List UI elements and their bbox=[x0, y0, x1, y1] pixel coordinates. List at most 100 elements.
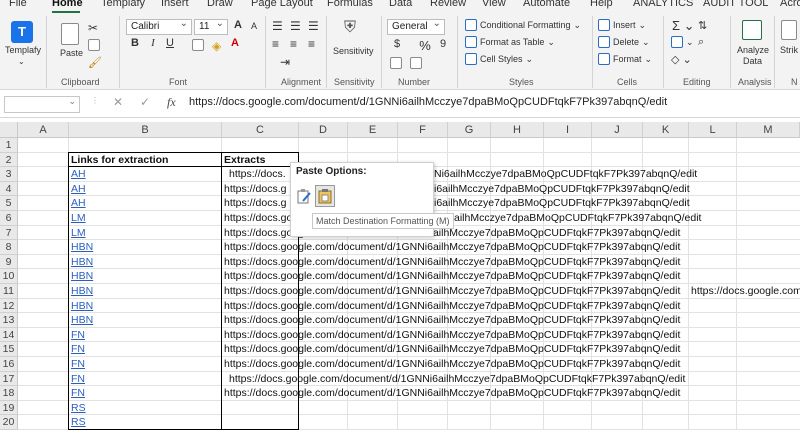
fill-color-icon[interactable]: ◈ bbox=[212, 39, 221, 53]
extract-cell[interactable]: https://docs.google.com/document/d/1GNNi… bbox=[224, 299, 680, 313]
row-header[interactable]: 5 bbox=[0, 196, 18, 211]
number-format-select[interactable]: General bbox=[387, 18, 445, 35]
row-header[interactable]: 9 bbox=[0, 254, 18, 270]
row-header[interactable]: 13 bbox=[0, 313, 18, 328]
paste-icon[interactable] bbox=[61, 23, 79, 45]
column-header[interactable]: C bbox=[222, 122, 299, 138]
extract-cell[interactable]: https://docs.google.com/document/d/1GNNi… bbox=[224, 284, 680, 298]
formula-input[interactable]: https://docs.google.com/document/d/1GNNi… bbox=[189, 96, 667, 108]
row-header[interactable]: 15 bbox=[0, 342, 18, 357]
cut-icon[interactable]: ✂ bbox=[88, 21, 98, 35]
menu-home[interactable]: Home bbox=[52, 0, 83, 9]
link-cell[interactable]: RS bbox=[71, 415, 86, 429]
templafy-icon[interactable]: T bbox=[11, 21, 33, 43]
extract-cell[interactable]: https://docs.g bbox=[224, 196, 286, 210]
underline-button[interactable]: U bbox=[163, 37, 177, 49]
extract-cell[interactable]: https://docs.google.com/document/d/1GNNi… bbox=[224, 386, 680, 400]
align-left-icon[interactable]: ≡ bbox=[272, 37, 279, 51]
align-right-icon[interactable]: ≡ bbox=[308, 37, 315, 51]
link-cell[interactable]: FN bbox=[71, 328, 85, 342]
link-cell[interactable]: LM bbox=[71, 211, 86, 225]
strike-label[interactable]: Strik bbox=[780, 45, 798, 55]
percent-button[interactable]: % bbox=[418, 38, 432, 53]
row-header[interactable]: 7 bbox=[0, 225, 18, 241]
menu-automate[interactable]: Automate bbox=[523, 0, 570, 9]
menu-templafy[interactable]: Templafy bbox=[101, 0, 145, 9]
menu-draw[interactable]: Draw bbox=[207, 0, 233, 9]
italic-button[interactable]: I bbox=[146, 37, 160, 49]
bold-button[interactable]: B bbox=[128, 37, 142, 49]
font-name-select[interactable]: Calibri bbox=[126, 18, 192, 35]
extract-cell[interactable]: https://docs.g bbox=[224, 182, 286, 196]
row-header[interactable]: 19 bbox=[0, 400, 18, 416]
menu-data[interactable]: Data bbox=[389, 0, 412, 9]
sensitivity-button[interactable]: Sensitivity bbox=[333, 46, 374, 56]
chevron-down-icon[interactable]: ⌄ bbox=[18, 57, 25, 66]
column-header[interactable]: L bbox=[689, 122, 737, 138]
borders-icon[interactable] bbox=[192, 39, 204, 51]
copy-icon[interactable] bbox=[88, 39, 100, 51]
column-header[interactable]: E bbox=[348, 122, 398, 138]
row-header[interactable]: 3 bbox=[0, 167, 18, 182]
indent-icon[interactable]: ⇥ bbox=[280, 55, 290, 69]
row-header[interactable]: 16 bbox=[0, 357, 18, 372]
clear-icon[interactable]: ◇ ⌄ bbox=[671, 53, 692, 66]
link-cell[interactable]: LM bbox=[71, 226, 86, 240]
column-header[interactable]: D bbox=[299, 122, 348, 138]
decrease-decimal-icon[interactable] bbox=[410, 57, 422, 69]
link-cell[interactable]: RS bbox=[71, 401, 86, 415]
cancel-icon[interactable]: ✕ bbox=[113, 95, 123, 109]
select-all-corner[interactable] bbox=[0, 122, 18, 138]
insert-cells-button[interactable]: Insert ⌄ bbox=[598, 19, 646, 31]
increase-decimal-icon[interactable] bbox=[390, 57, 402, 69]
menu-formulas[interactable]: Formulas bbox=[327, 0, 373, 9]
column-header[interactable]: F bbox=[398, 122, 448, 138]
link-cell[interactable]: HBN bbox=[71, 313, 93, 327]
column-header[interactable]: B bbox=[69, 122, 222, 138]
sensitivity-icon[interactable]: ⛨ bbox=[344, 19, 356, 37]
analyze-data-icon[interactable] bbox=[742, 20, 762, 40]
column-header[interactable]: K bbox=[643, 122, 689, 138]
format-as-table-button[interactable]: Format as Table ⌄ bbox=[465, 36, 555, 48]
extract-cell[interactable]: https://docs. bbox=[229, 167, 286, 181]
analyze-data-label-2[interactable]: Data bbox=[743, 56, 762, 66]
extract-cell[interactable]: https://docs.google.com/document/d/1GNNi… bbox=[224, 313, 680, 327]
row-header[interactable]: 2 bbox=[0, 152, 18, 168]
grow-font-button[interactable]: A bbox=[231, 19, 245, 31]
row-header[interactable]: 18 bbox=[0, 386, 18, 401]
align-bottom-icon[interactable]: ☰ bbox=[308, 19, 319, 33]
link-cell[interactable]: HBN bbox=[71, 284, 93, 298]
menu-audit-tool[interactable]: AUDIT TOOL bbox=[703, 0, 768, 9]
link-cell[interactable]: FN bbox=[71, 386, 85, 400]
menu-review[interactable]: Review bbox=[430, 0, 466, 9]
enter-icon[interactable]: ✓ bbox=[140, 95, 150, 109]
extract-cell[interactable]: https://docs.google.com/document/d/1GNNi… bbox=[224, 255, 680, 269]
font-size-select[interactable]: 11 bbox=[194, 18, 228, 35]
column-header[interactable]: J bbox=[592, 122, 643, 138]
paste-keep-source-button[interactable] bbox=[294, 185, 314, 207]
comma-button[interactable]: 9 bbox=[436, 38, 450, 50]
menu-insert[interactable]: Insert bbox=[161, 0, 189, 9]
paste-button[interactable]: Paste bbox=[60, 48, 83, 58]
menu-analytics[interactable]: ANALYTICS bbox=[633, 0, 693, 9]
extract-cell[interactable]: https://docs.google.com/document/d/1GNNi… bbox=[224, 240, 680, 254]
link-cell[interactable]: FN bbox=[71, 342, 85, 356]
extract-cell[interactable]: https://docs.google.com/document/d/1GNNi… bbox=[224, 269, 680, 283]
row-header[interactable]: 17 bbox=[0, 371, 18, 387]
align-center-icon[interactable]: ≡ bbox=[290, 37, 297, 51]
extract-cell[interactable]: https://docs.google.com/document/d/1GNNi… bbox=[224, 328, 680, 342]
autosum-icon[interactable]: Σ ⌄ bbox=[672, 18, 695, 34]
shrink-font-button[interactable]: A bbox=[247, 21, 261, 31]
row-header[interactable]: 14 bbox=[0, 327, 18, 343]
menu-acrobat[interactable]: Acro bbox=[780, 0, 800, 9]
find-select-icon[interactable]: ⌕ bbox=[698, 36, 704, 49]
align-middle-icon[interactable]: ☰ bbox=[290, 19, 301, 33]
name-box[interactable] bbox=[4, 96, 80, 113]
row-header[interactable]: 12 bbox=[0, 298, 18, 314]
column-header[interactable]: H bbox=[491, 122, 544, 138]
extract-cell-l12[interactable]: https://docs.google.com bbox=[691, 284, 800, 298]
paste-match-destination-button[interactable] bbox=[315, 185, 335, 207]
row-header[interactable]: 1 bbox=[0, 138, 18, 153]
delete-cells-button[interactable]: Delete ⌄ bbox=[598, 36, 650, 48]
sort-filter-icon[interactable]: ⇅ bbox=[698, 19, 707, 32]
